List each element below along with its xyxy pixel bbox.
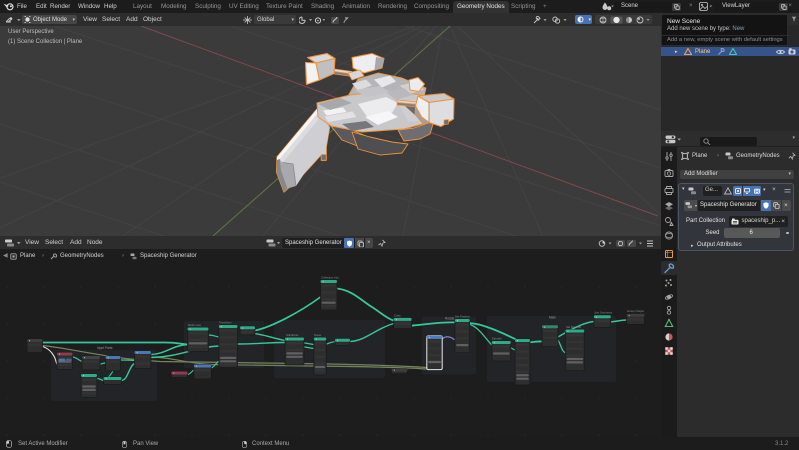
svg-text:Extrude: Extrude [492,337,502,341]
svg-text:Subdivide: Subdivide [286,333,299,337]
svg-text:Set Material: Set Material [566,325,581,329]
svg-text:Rotate: Rotate [445,317,455,321]
svg-text:Input Parts: Input Parts [97,346,113,350]
svg-text:Mesh Line: Mesh Line [188,323,201,327]
svg-text:Set Position: Set Position [455,315,470,319]
svg-text:Transform: Transform [219,321,232,325]
svg-text:Noise: Noise [314,333,322,337]
svg-text:Cube: Cube [394,314,401,318]
svg-text:Join Geometry: Join Geometry [594,311,613,315]
svg-text:Collection Inst.: Collection Inst. [321,276,340,280]
svg-text:Main: Main [549,316,556,320]
svg-text:Group Output: Group Output [627,309,644,313]
